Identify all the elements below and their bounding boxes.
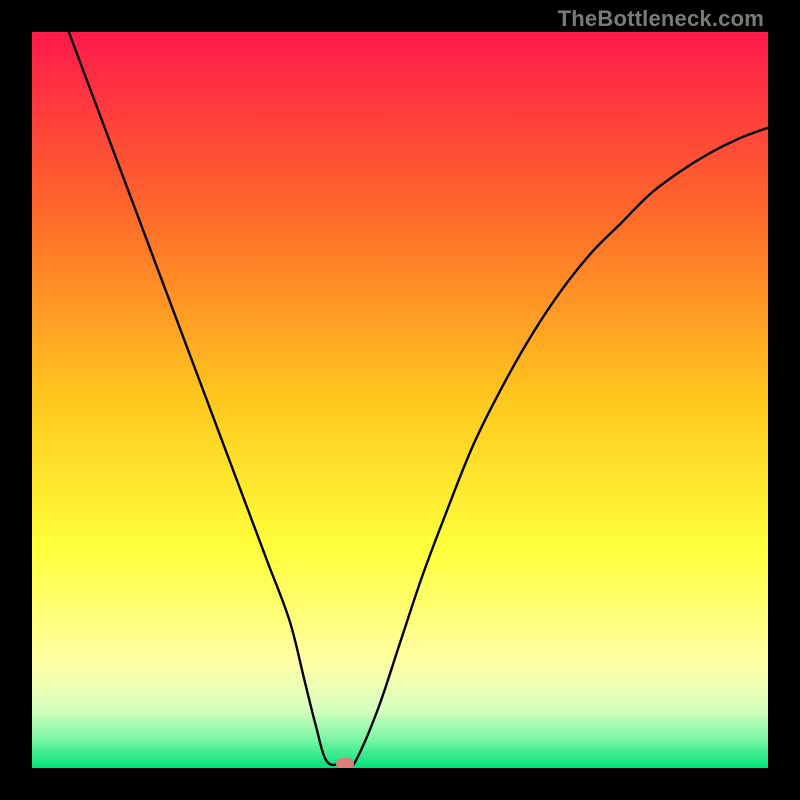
watermark-text: TheBottleneck.com xyxy=(558,6,764,32)
plot-area xyxy=(32,32,768,768)
curve-layer xyxy=(32,32,768,768)
chart-frame: TheBottleneck.com xyxy=(0,0,800,800)
min-marker xyxy=(336,758,354,768)
bottleneck-curve xyxy=(69,32,768,766)
